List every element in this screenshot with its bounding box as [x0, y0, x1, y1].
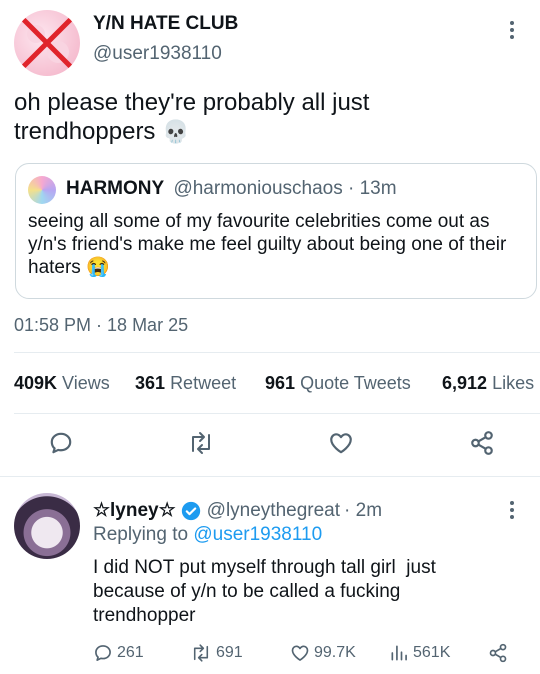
reply-views-count: 561K [413, 644, 451, 661]
divider [0, 476, 540, 477]
replying-to-link[interactable]: @user1938110 [193, 524, 322, 545]
reply-icon [95, 645, 111, 661]
quote-tweets-stat[interactable]: 961 Quote Tweets [265, 373, 411, 394]
reply-like-button[interactable]: 99.7K [290, 643, 356, 663]
reply-share-icon[interactable] [488, 643, 508, 663]
quote-time: · 13m [348, 178, 397, 199]
views-count: 409K [14, 373, 58, 393]
replying-to-label: Replying to [93, 524, 189, 545]
more-options-icon[interactable] [501, 18, 523, 42]
retweet-icon[interactable] [187, 430, 215, 456]
likes-stat[interactable]: 6,912 Likes [442, 373, 534, 394]
replying-to-line: Replying to @user1938110 [93, 524, 322, 546]
retweets-stat[interactable]: 361 Retweet [135, 373, 236, 394]
main-handle[interactable]: @user1938110 [93, 43, 222, 65]
main-avatar[interactable] [14, 10, 80, 76]
like-heart-icon[interactable] [327, 430, 355, 456]
reply-more-options-icon[interactable] [501, 498, 523, 522]
quote-avatar[interactable] [28, 176, 56, 204]
quote-text-block: seeing all some of my favourite celebrit… [28, 210, 514, 279]
likes-label: Likes [492, 373, 535, 393]
reply-text: I did NOT put myself through tall girl j… [93, 557, 442, 626]
reply-display-name[interactable]: ☆lyney☆ [93, 499, 176, 522]
share-icon[interactable] [469, 430, 495, 456]
reply-time: · 2m [344, 499, 383, 521]
crying-emoji: 😭 [86, 257, 110, 278]
like-heart-icon [291, 645, 309, 661]
quote-header: HARMONY @harmoniouschaos · 13m [66, 178, 397, 200]
quote-tweets-label: Quote Tweets [300, 373, 411, 393]
quote-display-name[interactable]: HARMONY [66, 178, 164, 199]
reply-views-button[interactable]: 561K [389, 643, 450, 663]
quote-tweet-card[interactable]: HARMONY @harmoniouschaos · 13m seeing al… [15, 163, 537, 299]
retweets-count: 361 [135, 373, 166, 393]
quote-handle[interactable]: @harmoniouschaos [173, 178, 342, 199]
skull-emoji: 💀 [162, 119, 190, 144]
retweet-icon [193, 644, 209, 662]
views-chart-icon [391, 645, 407, 661]
reply-replies-count: 261 [117, 644, 144, 661]
tweet-text-block: oh please they're probably all just tren… [14, 88, 514, 146]
reply-retweet-button[interactable]: 691 [190, 643, 243, 663]
quote-tweets-count: 961 [265, 373, 296, 393]
reply-icon[interactable] [48, 430, 74, 456]
tweet-text: oh please they're probably all just tren… [14, 89, 370, 145]
divider [14, 352, 540, 353]
main-display-name[interactable]: Y/N HATE CLUB [93, 13, 238, 35]
reply-reply-button[interactable]: 261 [93, 643, 144, 663]
reply-retweets-count: 691 [216, 644, 243, 661]
divider [14, 413, 540, 414]
reply-avatar[interactable] [14, 493, 80, 559]
verified-badge-icon [181, 501, 200, 520]
likes-count: 6,912 [442, 373, 488, 393]
retweets-label: Retweet [170, 373, 237, 393]
reply-handle[interactable]: @lyneythegreat [207, 500, 340, 522]
reply-header: ☆lyney☆ @lyneythegreat · 2m [93, 499, 382, 522]
tweet-timestamp[interactable]: 01:58 PM · 18 Mar 25 [14, 315, 188, 336]
red-x-icon [21, 17, 73, 69]
views-stat[interactable]: 409K Views [14, 373, 110, 394]
reply-likes-count: 99.7K [314, 644, 356, 661]
views-label: Views [62, 373, 110, 393]
